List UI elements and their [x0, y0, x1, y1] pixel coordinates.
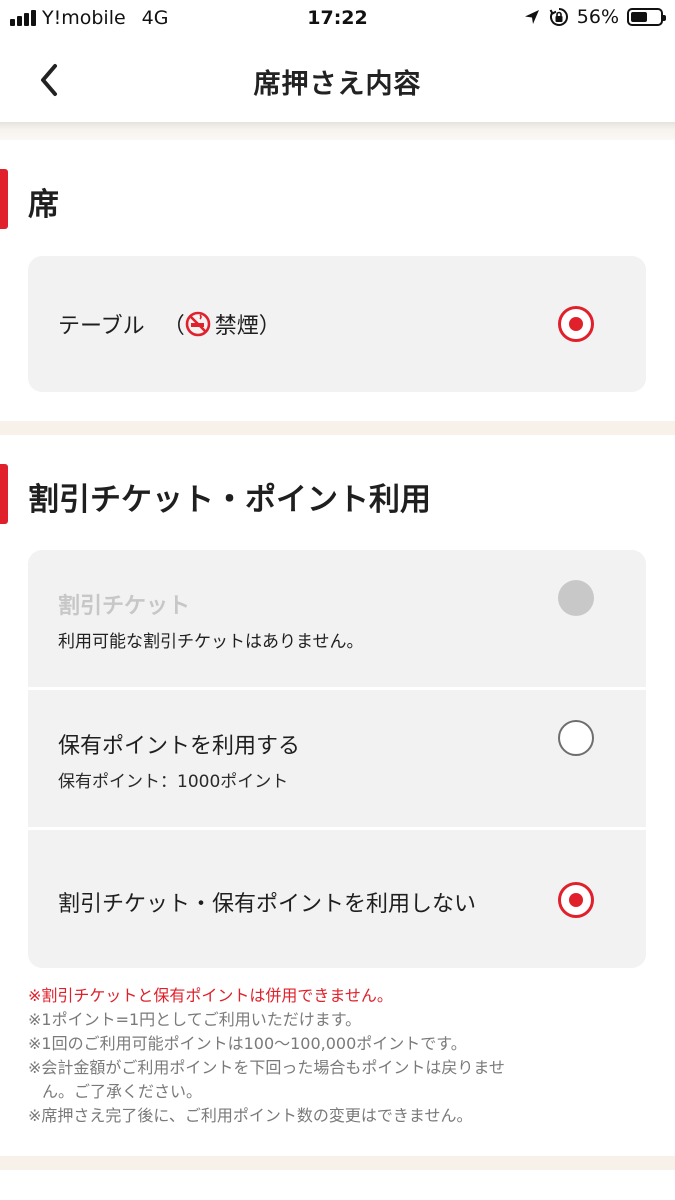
status-right: 56%: [523, 6, 666, 28]
nav-bar: 席押さえ内容: [0, 40, 675, 122]
note-line: ※1ポイント=1円としてご利用いただけます。: [28, 1010, 362, 1029]
paren-close: ）: [258, 314, 281, 339]
option-no-discount[interactable]: 割引チケット・保有ポイントを利用しない: [28, 830, 646, 968]
note-line: ※席押さえ完了後に、ご利用ポイント数の変更はできません。: [28, 1106, 473, 1125]
section-divider: [0, 1156, 675, 1170]
battery-icon: [627, 8, 666, 26]
seat-radio[interactable]: [558, 306, 594, 342]
discount-ticket-radio: [558, 580, 594, 616]
no-smoking-icon: [185, 311, 211, 337]
page-title: 席押さえ内容: [253, 69, 422, 100]
note-line: ※1回のご利用可能ポイントは100〜100,000ポイントです。: [28, 1034, 467, 1053]
paren-open: （: [162, 314, 185, 339]
section-title: 割引チケット・ポイント利用: [28, 482, 431, 518]
section-divider: [0, 421, 675, 435]
notes: ※割引チケットと保有ポイントは併用できません。 ※1ポイント=1円としてご利用い…: [28, 984, 628, 1128]
points-balance: 保有ポイント：1000ポイント: [58, 772, 289, 792]
section-accent-bar: [0, 464, 8, 524]
option-label: 割引チケット・保有ポイントを利用しない: [58, 892, 477, 917]
seat-option-table[interactable]: テーブル （ 禁煙 ）: [28, 256, 646, 392]
discount-section-header: 割引チケット・ポイント利用: [0, 460, 675, 530]
seat-section-header: 席: [0, 165, 675, 235]
no-discount-radio[interactable]: [558, 882, 594, 918]
option-discount-ticket: 割引チケット 利用可能な割引チケットはありません。: [28, 550, 646, 687]
battery-percent: 56%: [576, 6, 619, 28]
rotation-lock-icon: [549, 8, 568, 26]
option-label: 保有ポイントを利用する: [58, 734, 301, 759]
option-label: 割引チケット: [58, 594, 191, 619]
location-icon: [524, 10, 539, 24]
note-line: ※割引チケットと保有ポイントは併用できません。: [28, 986, 393, 1005]
option-sub: 利用可能な割引チケットはありません。: [58, 632, 364, 652]
option-use-points[interactable]: 保有ポイントを利用する 保有ポイント：1000ポイント: [28, 690, 646, 827]
status-bar: Y!mobile 4G 17:22 56%: [0, 0, 675, 40]
use-points-radio[interactable]: [558, 720, 594, 756]
smoking-status: 禁煙: [214, 314, 259, 339]
section-accent-bar: [0, 169, 8, 229]
seat-option-label: テーブル （ 禁煙 ）: [58, 308, 281, 340]
note-line: ん。ご了承ください。: [42, 1082, 203, 1101]
note-line: ※会計金額がご利用ポイントを下回った場合もポイントは戻りませ: [28, 1058, 505, 1077]
section-title: 席: [28, 187, 59, 223]
nav-shadow: [0, 122, 675, 140]
seat-type: テーブル: [58, 314, 145, 339]
